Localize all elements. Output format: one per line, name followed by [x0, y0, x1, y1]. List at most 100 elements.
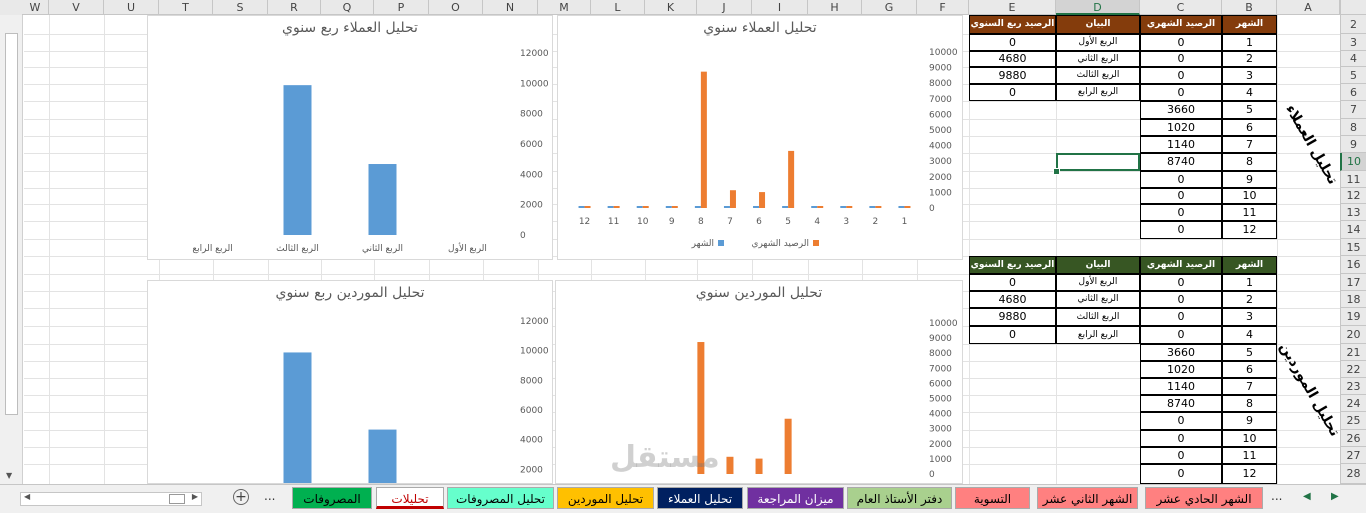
monthly-balance-cell[interactable]: 0 — [1140, 84, 1222, 101]
month-cell[interactable]: 2 — [1222, 51, 1277, 67]
month-cell[interactable]: 2 — [1222, 291, 1277, 308]
row-header[interactable]: 10 — [1340, 153, 1366, 171]
sheet-tab[interactable]: الشهر الثاني عشر — [1037, 487, 1138, 509]
column-header[interactable]: C — [1140, 0, 1222, 15]
row-header[interactable]: 2 — [1340, 15, 1366, 34]
header-statement[interactable]: البيان — [1056, 256, 1140, 274]
row-header[interactable]: 21 — [1340, 344, 1366, 361]
column-header[interactable]: H — [808, 0, 862, 15]
column-header[interactable]: T — [159, 0, 213, 15]
monthly-balance-cell[interactable]: 0 — [1140, 188, 1222, 204]
quarter-value-cell[interactable]: 4680 — [969, 291, 1056, 308]
month-cell[interactable]: 12 — [1222, 221, 1277, 239]
month-cell[interactable]: 1 — [1222, 34, 1277, 51]
column-header[interactable]: U — [104, 0, 159, 15]
quarter-value-cell[interactable]: 0 — [969, 274, 1056, 291]
row-header[interactable]: 26 — [1340, 430, 1366, 447]
row-header[interactable]: 9 — [1340, 136, 1366, 153]
sheet-tab[interactable]: ميزان المراجعة — [747, 487, 844, 509]
quarter-value-cell[interactable]: 0 — [969, 326, 1056, 344]
fill-handle[interactable] — [1053, 168, 1060, 175]
quarter-label-cell[interactable]: الربع الرابع — [1056, 84, 1140, 101]
column-header[interactable]: O — [429, 0, 483, 15]
more-tabs-left[interactable]: ... — [264, 489, 275, 503]
month-cell[interactable]: 3 — [1222, 308, 1277, 326]
row-header[interactable]: 16 — [1340, 256, 1366, 274]
row-header[interactable]: 14 — [1340, 221, 1366, 239]
monthly-balance-cell[interactable]: 1020 — [1140, 119, 1222, 136]
monthly-balance-cell[interactable]: 8740 — [1140, 395, 1222, 412]
month-cell[interactable]: 4 — [1222, 326, 1277, 344]
row-header[interactable]: 22 — [1340, 361, 1366, 378]
header-monthly-balance[interactable]: الرصيد الشهري — [1140, 256, 1222, 274]
monthly-balance-cell[interactable]: 0 — [1140, 412, 1222, 430]
row-header[interactable]: 28 — [1340, 464, 1366, 484]
monthly-balance-cell[interactable]: 0 — [1140, 464, 1222, 484]
quarter-value-cell[interactable]: 4680 — [969, 51, 1056, 67]
header-quarterly-balance[interactable]: الرصيد ربع السنوي — [969, 256, 1056, 274]
monthly-balance-cell[interactable]: 0 — [1140, 447, 1222, 464]
row-header[interactable]: 27 — [1340, 447, 1366, 464]
monthly-balance-cell[interactable]: 1140 — [1140, 136, 1222, 153]
column-header[interactable]: F — [917, 0, 969, 15]
month-cell[interactable]: 5 — [1222, 344, 1277, 361]
month-cell[interactable]: 10 — [1222, 188, 1277, 204]
monthly-balance-cell[interactable]: 0 — [1140, 204, 1222, 221]
quarter-label-cell[interactable]: الربع الثالث — [1056, 67, 1140, 84]
monthly-balance-cell[interactable]: 0 — [1140, 291, 1222, 308]
monthly-balance-cell[interactable]: 3660 — [1140, 101, 1222, 119]
quarter-value-cell[interactable]: 0 — [969, 34, 1056, 51]
selected-cell[interactable] — [1056, 153, 1140, 171]
row-header[interactable]: 5 — [1340, 67, 1366, 84]
row-header[interactable]: 25 — [1340, 412, 1366, 430]
horizontal-scrollbar[interactable]: ◀ ▶ — [20, 492, 202, 506]
quarter-value-cell[interactable]: 9880 — [969, 308, 1056, 326]
row-header[interactable]: 20 — [1340, 326, 1366, 344]
row-header[interactable]: 19 — [1340, 308, 1366, 326]
month-cell[interactable]: 7 — [1222, 136, 1277, 153]
quarter-label-cell[interactable]: الربع الأول — [1056, 274, 1140, 291]
sheet-tab[interactable]: تحليلات — [376, 487, 444, 509]
row-header[interactable]: 4 — [1340, 51, 1366, 67]
monthly-balance-cell[interactable]: 0 — [1140, 51, 1222, 67]
header-month[interactable]: الشهر — [1222, 256, 1277, 274]
monthly-balance-cell[interactable]: 0 — [1140, 171, 1222, 188]
scroll-right-arrow-icon[interactable]: ▶ — [192, 492, 198, 501]
column-header[interactable]: V — [49, 0, 104, 15]
sheet-tab[interactable]: التسوية — [955, 487, 1030, 509]
monthly-balance-cell[interactable]: 0 — [1140, 308, 1222, 326]
column-header[interactable]: N — [483, 0, 538, 15]
vertical-scrollbar[interactable]: ▼ — [0, 15, 23, 484]
customers-quarterly-chart[interactable]: تحليل العملاء ربع سنوي 0 2000 4000 6000 8000… — [147, 15, 553, 260]
month-cell[interactable]: 10 — [1222, 430, 1277, 447]
monthly-balance-cell[interactable]: 1020 — [1140, 361, 1222, 378]
add-sheet-button[interactable]: + — [233, 489, 249, 505]
row-header[interactable]: 8 — [1340, 119, 1366, 136]
column-header[interactable]: Q — [321, 0, 374, 15]
row-header[interactable]: 13 — [1340, 204, 1366, 221]
month-cell[interactable]: 11 — [1222, 204, 1277, 221]
month-cell[interactable]: 12 — [1222, 464, 1277, 484]
monthly-balance-cell[interactable]: 0 — [1140, 221, 1222, 239]
monthly-balance-cell[interactable]: 0 — [1140, 326, 1222, 344]
row-header[interactable]: 15 — [1340, 239, 1366, 256]
hscroll-thumb[interactable] — [169, 494, 185, 504]
quarter-label-cell[interactable]: الربع الثالث — [1056, 308, 1140, 326]
month-cell[interactable]: 5 — [1222, 101, 1277, 119]
column-header[interactable]: M — [538, 0, 591, 15]
month-cell[interactable]: 11 — [1222, 447, 1277, 464]
column-header[interactable]: P — [374, 0, 429, 15]
scroll-down-arrow-icon[interactable]: ▼ — [6, 471, 12, 480]
row-header[interactable]: 17 — [1340, 274, 1366, 291]
suppliers-quarterly-chart[interactable]: تحليل الموردين ربع سنوي 2000 4000 6000 8000… — [147, 280, 553, 484]
month-cell[interactable]: 9 — [1222, 412, 1277, 430]
quarter-label-cell[interactable]: الربع الأول — [1056, 34, 1140, 51]
monthly-balance-cell[interactable]: 8740 — [1140, 153, 1222, 171]
column-header[interactable]: J — [697, 0, 752, 15]
row-header[interactable]: 11 — [1340, 171, 1366, 188]
monthly-balance-cell[interactable]: 0 — [1140, 274, 1222, 291]
row-header[interactable]: 3 — [1340, 34, 1366, 51]
row-header[interactable]: 7 — [1340, 101, 1366, 119]
monthly-balance-cell[interactable]: 0 — [1140, 430, 1222, 447]
quarter-label-cell[interactable]: الربع الثاني — [1056, 51, 1140, 67]
